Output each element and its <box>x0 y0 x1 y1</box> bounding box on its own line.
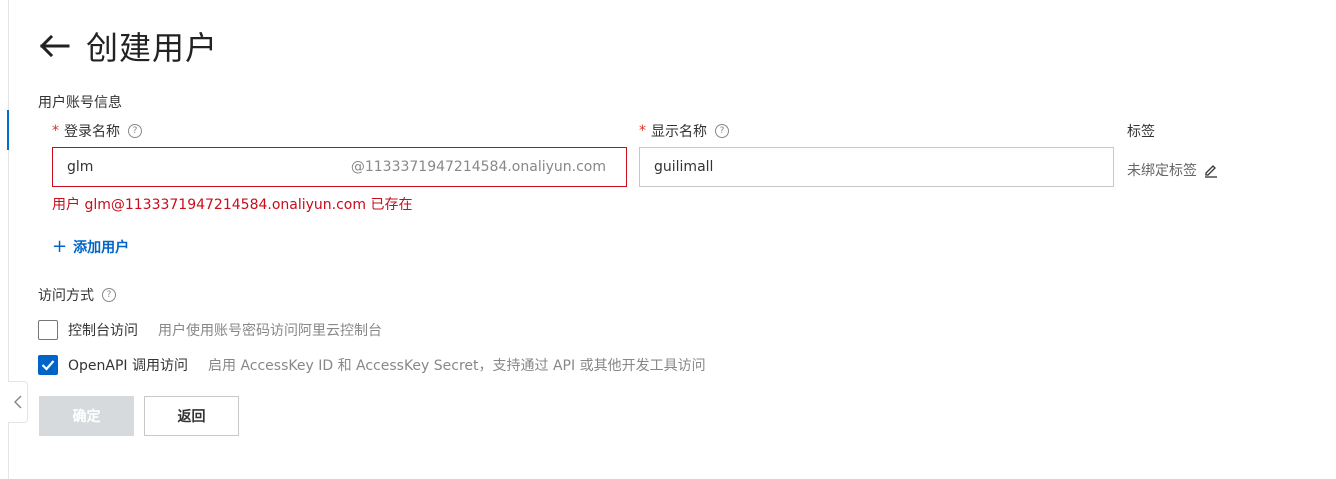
login-name-label: * 登录名称 ? <box>52 121 142 141</box>
edit-icon[interactable] <box>1203 162 1219 178</box>
display-name-label-text: 显示名称 <box>651 124 707 140</box>
required-mark: * <box>52 123 59 139</box>
tags-label-text: 标签 <box>1127 124 1155 140</box>
page-title: 创建用户 <box>86 29 219 67</box>
login-name-value: glm <box>67 159 94 175</box>
login-name-input[interactable]: glm @1133371947214584.onaliyun.com <box>52 147 627 187</box>
help-icon[interactable]: ? <box>102 288 116 302</box>
console-access-checkbox[interactable] <box>38 320 58 340</box>
display-name-label: * 显示名称 ? <box>639 121 729 141</box>
add-user-button[interactable]: + 添加用户 <box>52 237 129 257</box>
back-text-button[interactable]: 返回 <box>144 396 239 436</box>
chevron-left-icon <box>13 395 22 409</box>
tags-label: 标签 <box>1127 121 1155 141</box>
help-icon[interactable]: ? <box>128 124 142 138</box>
plus-icon: + <box>52 236 68 257</box>
openapi-access-description: 启用 AccessKey ID 和 AccessKey Secret，支持通过 … <box>208 358 706 374</box>
console-access-description: 用户使用账号密码访问阿里云控制台 <box>158 323 382 339</box>
arrow-left-icon <box>39 34 70 58</box>
openapi-access-option: OpenAPI 调用访问 启用 AccessKey ID 和 AccessKey… <box>38 355 706 375</box>
check-icon <box>41 360 55 371</box>
back-button[interactable] <box>38 29 72 63</box>
openapi-access-label: OpenAPI 调用访问 <box>68 358 188 374</box>
access-method-title: 访问方式 ? <box>38 285 116 305</box>
access-method-label: 访问方式 <box>38 288 94 304</box>
openapi-access-checkbox[interactable] <box>38 355 58 375</box>
sidebar-collapse-handle[interactable] <box>8 381 28 423</box>
required-mark: * <box>639 123 646 139</box>
console-access-option: 控制台访问 用户使用账号密码访问阿里云控制台 <box>38 320 382 340</box>
login-name-error: 用户 glm@1133371947214584.onaliyun.com 已存在 <box>52 197 413 213</box>
login-name-domain-suffix: @1133371947214584.onaliyun.com <box>350 159 606 175</box>
help-icon[interactable]: ? <box>715 124 729 138</box>
display-name-input[interactable]: guilimall <box>639 147 1114 187</box>
login-name-label-text: 登录名称 <box>64 124 120 140</box>
console-access-label: 控制台访问 <box>68 323 138 339</box>
left-rail-active-indicator <box>7 110 9 150</box>
confirm-button[interactable]: 确定 <box>39 396 134 436</box>
add-user-label: 添加用户 <box>73 240 130 256</box>
page-header: 创建用户 <box>38 24 218 68</box>
display-name-value: guilimall <box>654 159 714 175</box>
section-title: 用户账号信息 <box>38 95 122 111</box>
tags-area: 未绑定标签 <box>1127 160 1219 180</box>
tags-value: 未绑定标签 <box>1127 163 1197 179</box>
